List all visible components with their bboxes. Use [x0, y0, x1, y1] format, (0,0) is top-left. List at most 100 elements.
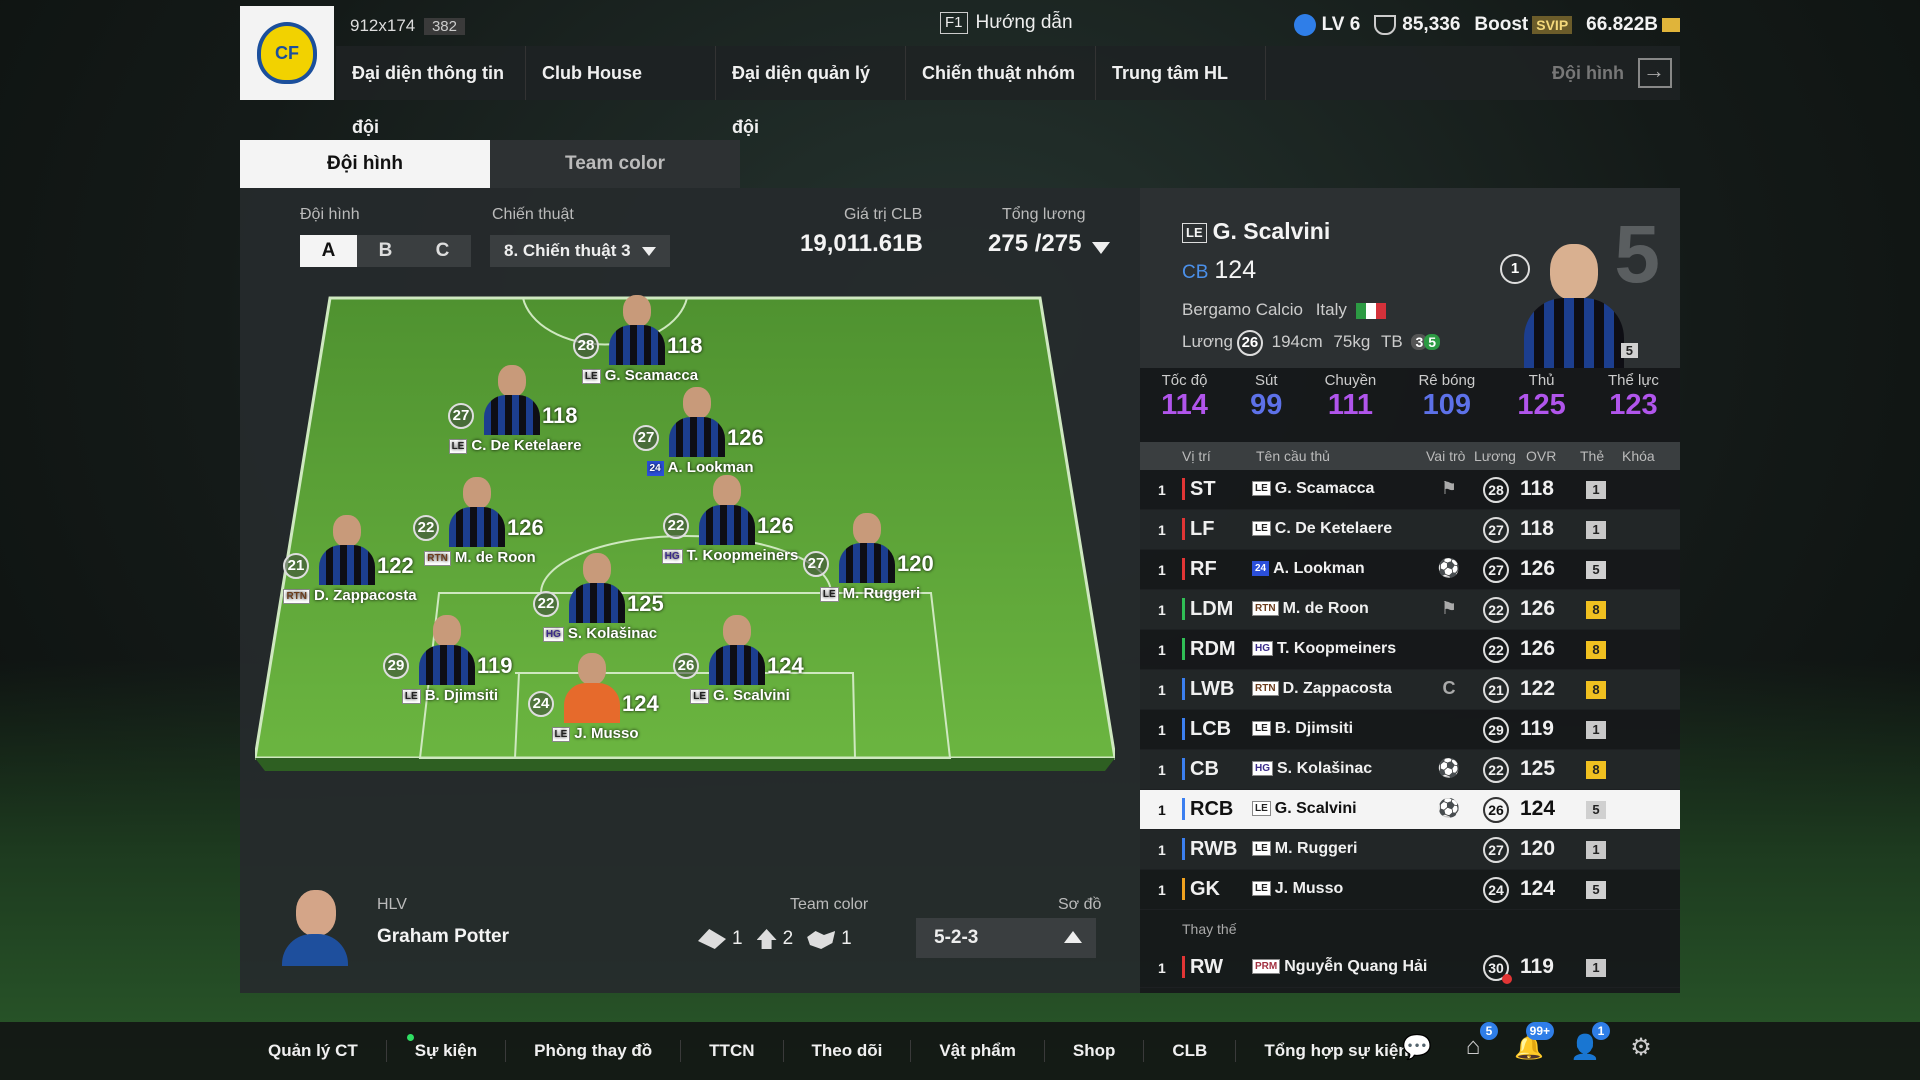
player-jersey	[564, 683, 620, 723]
table-row[interactable]: 1 LWB RTN D. Zappacosta C 21 122 8	[1140, 670, 1680, 710]
header-lock: Khóa	[1622, 448, 1655, 464]
attributes-row: Tốc độ 114 Sút 99 Chuyền 111 Rê bóng 109 Thủ 125 T…	[1140, 372, 1680, 438]
menu-locker-room[interactable]: Phòng thay đồ	[506, 1040, 682, 1062]
table-row[interactable]: 1 LCB LE B. Djimsiti 29 119 1	[1140, 710, 1680, 750]
row-salary: 27	[1483, 517, 1509, 543]
team-color-value-1: 1	[732, 928, 743, 949]
table-row[interactable]: 1 LF LE C. De Ketelaere 27 118 1	[1140, 510, 1680, 550]
menu-manager[interactable]: Quản lý CT	[240, 1040, 387, 1062]
formation-dropdown[interactable]: 5-2-3	[916, 918, 1096, 958]
coach-body	[282, 934, 348, 966]
table-row[interactable]: 1 RCB LE G. Scalvini ⚽ 26 124 5	[1140, 790, 1680, 830]
player-ovr: 118	[667, 333, 703, 358]
bell-icon[interactable]: 🔔 99+	[1512, 1022, 1554, 1064]
nav-squad-exit[interactable]: Đội hình	[1552, 58, 1680, 88]
header-salary: Lương	[1474, 448, 1516, 464]
row-ovr: 118	[1520, 517, 1554, 540]
nav-team-info[interactable]: Đại diện thông tin đội	[336, 46, 526, 137]
row-ovr: 118	[1520, 477, 1554, 500]
row-position: RCB	[1182, 798, 1233, 820]
table-header: Vị trí Tên cầu thủ Vai trò Lương OVR Thẻ…	[1140, 442, 1680, 470]
club-value: 19,011.61B	[800, 230, 923, 257]
player-jersey	[419, 645, 475, 685]
pitch-player[interactable]: 24 124 LE J. Musso	[510, 651, 670, 751]
season-badge: LE	[1252, 721, 1271, 737]
nav-team-manager[interactable]: Đại diện quản lý đội	[716, 46, 906, 137]
squad-a-button[interactable]: A	[300, 235, 357, 267]
nav-team-tactics[interactable]: Chiến thuật nhóm	[906, 46, 1096, 100]
pitch-player[interactable]: 21 122 RTN D. Zappacosta	[265, 513, 425, 613]
resolution-indicator: 912x174 382	[350, 16, 465, 36]
club-crest[interactable]: CF	[240, 6, 334, 100]
row-salary: 22	[1483, 597, 1509, 623]
tab-squad[interactable]: Đội hình	[240, 140, 490, 188]
player-jersey	[699, 505, 755, 545]
row-index: 1	[1158, 722, 1166, 738]
guide-label: Hướng dẫn	[975, 12, 1073, 33]
right-foot-pill: 5	[1424, 334, 1441, 350]
row-salary: 27	[1483, 557, 1509, 583]
nav-training-center[interactable]: Trung tâm HL	[1096, 46, 1266, 100]
team-color-value-3: 1	[841, 928, 852, 949]
friends-icon[interactable]: 👤 1	[1568, 1022, 1610, 1064]
menu-items[interactable]: Vật phẩm	[911, 1040, 1045, 1062]
table-row[interactable]: 1 RDM HG T. Koopmeiners 22 126 8	[1140, 630, 1680, 670]
pitch-player[interactable]: 27 126 24 A. Lookman	[615, 385, 775, 485]
pitch-player[interactable]: 22 125 HG S. Kolašinac	[515, 551, 675, 651]
season-badge: LE	[1252, 521, 1271, 537]
attribute-value: 109	[1422, 389, 1472, 421]
pitch-player[interactable]: 29 119 LE B. Djimsiti	[365, 613, 525, 713]
squad-c-button[interactable]: C	[414, 235, 471, 267]
row-card: 8	[1586, 761, 1606, 779]
menu-events[interactable]: Sự kiện	[387, 1034, 507, 1062]
table-row[interactable]: 1 CB HG S. Kolašinac ⚽ 22 125 8	[1140, 750, 1680, 790]
menu-follow[interactable]: Theo dõi	[784, 1040, 912, 1062]
table-row[interactable]: 1 RWB LE M. Ruggeri 27 120 1	[1140, 830, 1680, 870]
coach-label: HLV	[377, 896, 407, 913]
row-player-name: D. Zappacosta	[1282, 680, 1392, 697]
team-color-value-2: 2	[782, 928, 794, 949]
tactic-dropdown[interactable]: 8. Chiến thuật 3	[490, 235, 670, 267]
table-row[interactable]: 1 ST LE G. Scamacca ⚑ 28 118 1	[1140, 470, 1680, 510]
coach-avatar[interactable]	[280, 886, 350, 966]
role-icon	[1436, 956, 1462, 978]
salary-dropdown-icon[interactable]	[1092, 242, 1110, 254]
tab-team-color[interactable]: Team color	[490, 140, 740, 188]
row-card: 8	[1586, 601, 1606, 619]
nav-club-house[interactable]: Club House	[526, 46, 716, 100]
table-row[interactable]: 1 GK LE J. Musso 24 124 5	[1140, 870, 1680, 910]
guide-button[interactable]: F1 Hướng dẫn	[940, 12, 1073, 34]
selected-player-pos: CB	[1182, 262, 1209, 283]
table-row-substitute[interactable]: 1 RW PRM Nguyễn Quang Hải 30 119 1	[1140, 948, 1680, 988]
season-badge: RTN	[1252, 681, 1279, 697]
row-ovr: 119	[1520, 717, 1554, 740]
row-index: 1	[1158, 762, 1166, 778]
portrait-head	[1550, 244, 1598, 300]
attribute: Thủ 125	[1517, 372, 1565, 438]
chat-icon[interactable]: 💬	[1400, 1030, 1434, 1064]
table-row[interactable]: 1 LDM RTN M. de Roon ⚑ 22 126 8	[1140, 590, 1680, 630]
row-name-cell: 24 A. Lookman	[1252, 560, 1365, 578]
boost-indicator[interactable]: Boost SVIP	[1474, 14, 1573, 36]
row-position: ST	[1182, 478, 1216, 500]
row-name-cell: RTN D. Zappacosta	[1252, 680, 1392, 698]
mailbox-icon[interactable]: ⌂ 5	[1456, 1022, 1498, 1064]
pitch-player[interactable]: 27 118 LE C. De Ketelaere	[430, 363, 590, 463]
tactic-label: Chiến thuật	[492, 206, 574, 223]
row-ovr: 125	[1520, 757, 1556, 780]
season-badge: PRM	[1252, 959, 1281, 975]
settings-icon[interactable]: ⚙	[1624, 1030, 1658, 1064]
row-position: RF	[1182, 558, 1217, 580]
squad-b-button[interactable]: B	[357, 235, 414, 267]
team-color-values[interactable]: 1 2 1	[698, 928, 852, 950]
row-card: 5	[1586, 881, 1606, 899]
handshake-icon	[807, 930, 836, 949]
menu-shop[interactable]: Shop	[1045, 1040, 1145, 1062]
table-row[interactable]: 1 RF 24 A. Lookman ⚽ 27 126 5	[1140, 550, 1680, 590]
menu-events-label: Sự kiện	[414, 1041, 478, 1060]
season-badge: HG	[1252, 641, 1273, 657]
pitch-player[interactable]: 27 120 LE M. Ruggeri	[785, 511, 945, 611]
menu-ttcn[interactable]: TTCN	[681, 1040, 784, 1062]
pitch-player[interactable]: 26 124 LE G. Scalvini	[655, 613, 815, 713]
menu-club[interactable]: CLB	[1144, 1040, 1237, 1062]
